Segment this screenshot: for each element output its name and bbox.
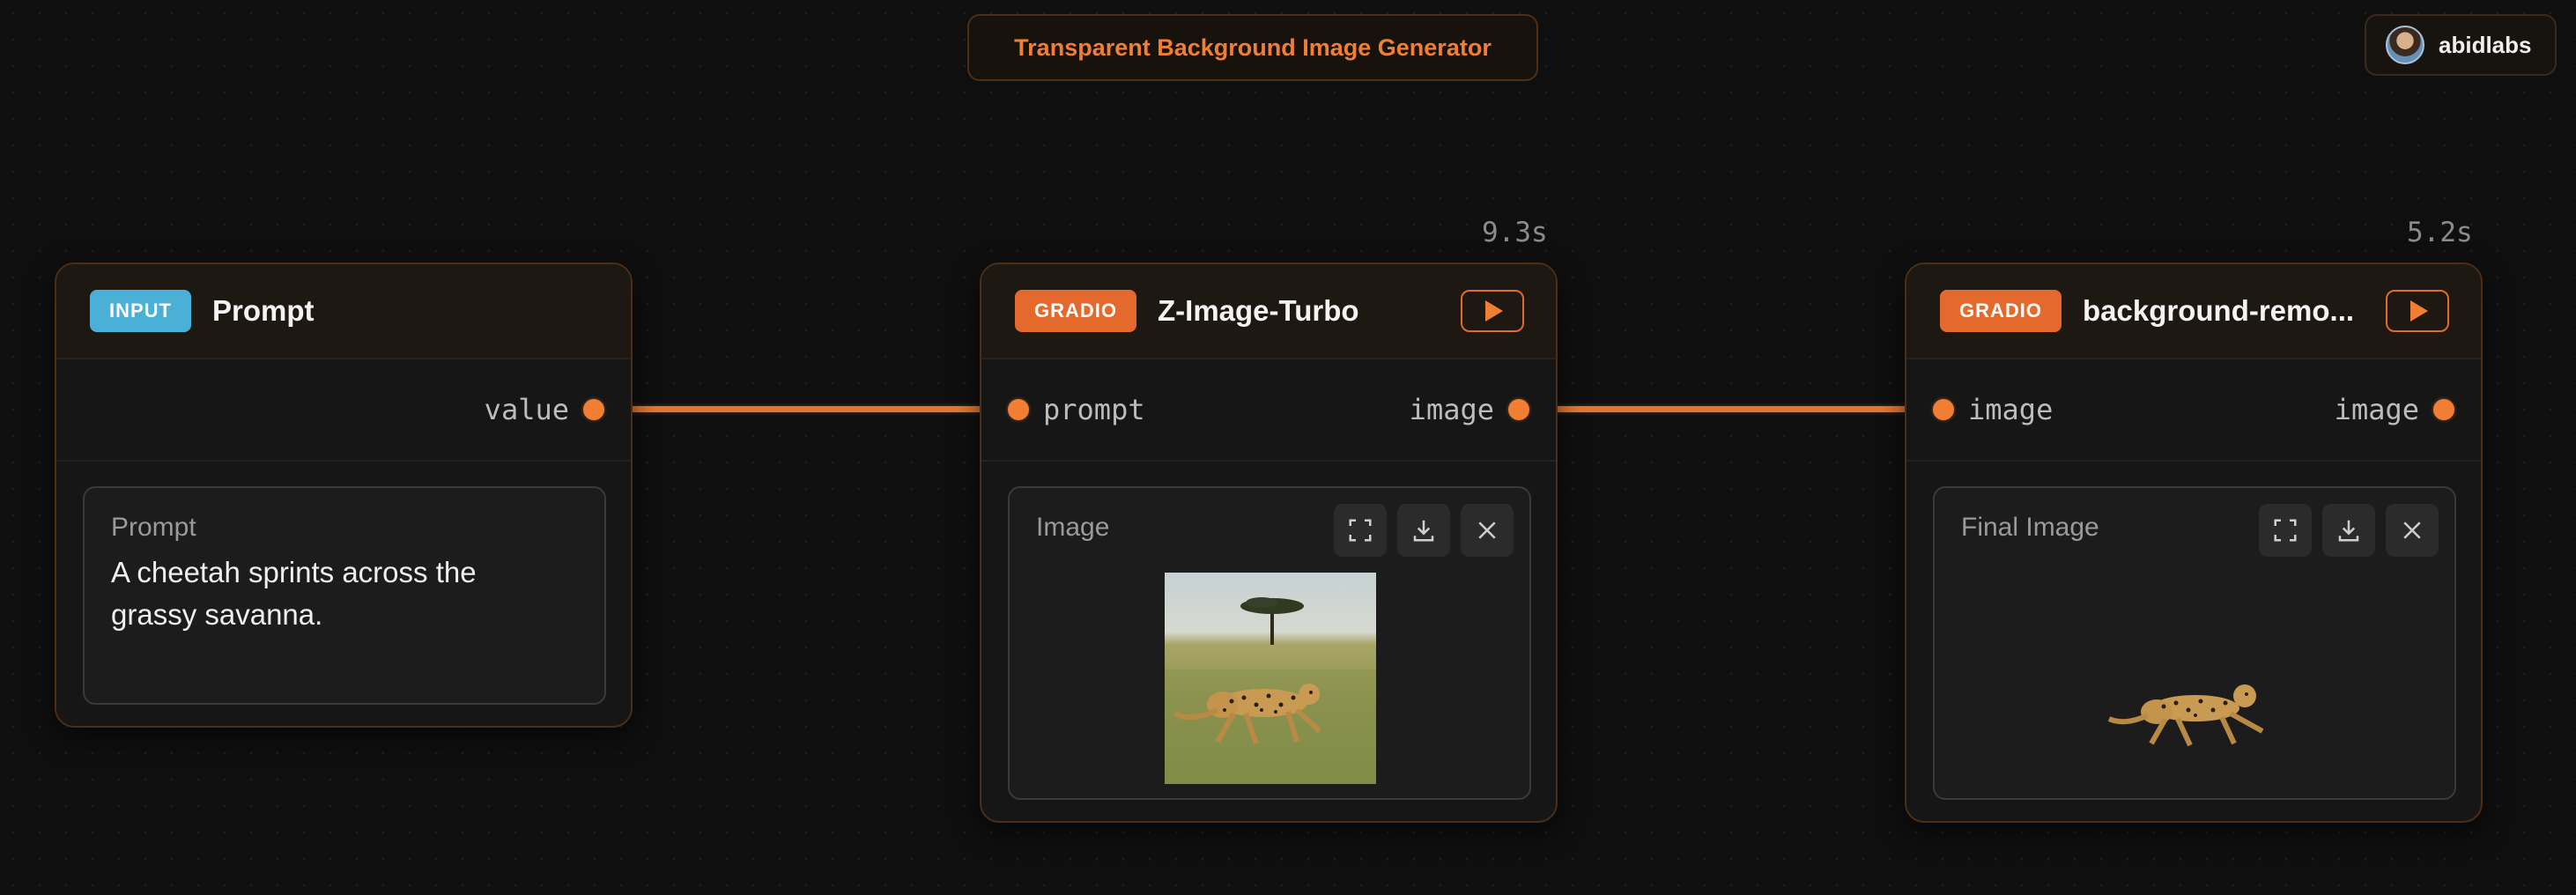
input-node-title: Prompt [212, 294, 315, 327]
final-image-toolbar [2259, 504, 2439, 557]
prompt-port-label: prompt [1043, 393, 1145, 426]
prompt-textbox[interactable]: Prompt A cheetah sprints across the gras… [83, 486, 606, 705]
download-icon[interactable] [1397, 504, 1450, 557]
user-badge[interactable]: abidlabs [2365, 14, 2557, 76]
image-input-port-label: image [1968, 393, 2054, 426]
z-image-node[interactable]: GRADIO Z-Image-Turbo prompt image Image [980, 263, 1558, 823]
prompt-input-handle[interactable] [1008, 399, 1029, 420]
image-toolbar [1334, 504, 1514, 557]
final-image-panel: Final Image [1933, 486, 2456, 800]
z-image-port-row: prompt image [981, 359, 1556, 462]
app-title: Transparent Background Image Generator [967, 14, 1538, 81]
image-input-handle[interactable] [1933, 399, 1954, 420]
z-image-timing: 9.3s [1482, 217, 1548, 248]
image-panel-label: Image [1036, 513, 1110, 542]
input-node-header[interactable]: INPUT Prompt [56, 264, 631, 359]
avatar [2386, 26, 2424, 64]
bg-remove-timing: 5.2s [2407, 217, 2473, 248]
fullscreen-icon[interactable] [2259, 504, 2312, 557]
download-icon[interactable] [2322, 504, 2375, 557]
close-icon[interactable] [1461, 504, 1514, 557]
edge-z-image-to-bg-remove [1556, 406, 1905, 412]
transparent-cheetah-image [2090, 655, 2301, 761]
input-tag: INPUT [90, 290, 191, 332]
play-icon [2410, 300, 2428, 322]
z-image-node-title: Z-Image-Turbo [1158, 294, 1359, 327]
generated-cheetah-image [1165, 573, 1376, 784]
play-icon [1485, 300, 1503, 322]
final-image-output-port-label: image [2334, 393, 2419, 426]
bg-remove-node[interactable]: GRADIO background-remo... image image Fi… [1905, 263, 2483, 823]
output-port-handle[interactable] [583, 399, 604, 420]
close-icon[interactable] [2386, 504, 2439, 557]
image-output-panel: Image [1008, 486, 1531, 800]
bg-remove-tag: GRADIO [1940, 290, 2062, 332]
bg-remove-node-header[interactable]: GRADIO background-remo... [1906, 264, 2481, 359]
image-output-handle[interactable] [1508, 399, 1529, 420]
fullscreen-icon[interactable] [1334, 504, 1387, 557]
z-image-tag: GRADIO [1015, 290, 1136, 332]
input-port-row: value [56, 359, 631, 462]
edge-prompt-to-z-image [631, 406, 980, 412]
z-image-run-button[interactable] [1461, 290, 1524, 332]
prompt-field-value[interactable]: A cheetah sprints across the grassy sava… [111, 551, 569, 636]
prompt-field-label: Prompt [111, 513, 196, 542]
z-image-node-header[interactable]: GRADIO Z-Image-Turbo [981, 264, 1556, 359]
final-image-output-handle[interactable] [2433, 399, 2454, 420]
input-node[interactable]: INPUT Prompt value Prompt A cheetah spri… [55, 263, 633, 728]
final-image-panel-label: Final Image [1961, 513, 2099, 542]
image-output-port-label: image [1409, 393, 1494, 426]
bg-remove-node-title: background-remo... [2083, 294, 2355, 327]
bg-remove-run-button[interactable] [2386, 290, 2449, 332]
bg-remove-port-row: image image [1906, 359, 2481, 462]
user-name: abidlabs [2439, 31, 2532, 58]
output-port-label: value [484, 393, 569, 426]
